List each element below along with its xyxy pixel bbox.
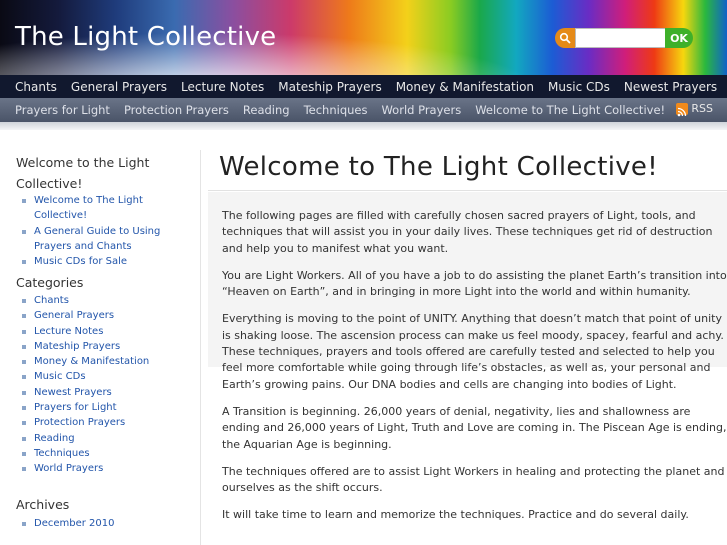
- search-input[interactable]: [575, 28, 673, 48]
- site-title[interactable]: The Light Collective: [15, 22, 276, 52]
- category-link[interactable]: Money & Manifestation: [22, 354, 192, 369]
- nav-shadow-bar: [0, 122, 727, 130]
- category-link[interactable]: World Prayers: [22, 461, 192, 476]
- sidebar-link-welcome[interactable]: Welcome to The Light Collective!: [22, 193, 192, 224]
- nav-item-reading[interactable]: Reading: [236, 103, 297, 117]
- nav-item-welcome[interactable]: Welcome to The Light Collective!: [468, 103, 672, 117]
- category-link[interactable]: Chants: [22, 293, 192, 308]
- category-link[interactable]: Lecture Notes: [22, 324, 192, 339]
- sidebar-categories-list: Chants General Prayers Lecture Notes Mat…: [22, 293, 192, 477]
- nav-item-music-cds[interactable]: Music CDs: [541, 80, 617, 94]
- secondary-nav: Prayers for Light Protection Prayers Rea…: [0, 98, 727, 122]
- paragraph: It will take time to learn and memorize …: [222, 508, 689, 522]
- sidebar-link-music-cds-sale[interactable]: Music CDs for Sale: [22, 254, 192, 269]
- nav-item-newest-prayers[interactable]: Newest Prayers: [617, 80, 724, 94]
- nav-item-chants[interactable]: Chants: [8, 80, 64, 94]
- sidebar-welcome-list: Welcome to The Light Collective! A Gener…: [22, 193, 192, 269]
- nav-item-prayers-for-light[interactable]: Prayers for Light: [8, 103, 117, 117]
- nav-item-world-prayers[interactable]: World Prayers: [374, 103, 468, 117]
- category-link[interactable]: General Prayers: [22, 308, 192, 323]
- category-link[interactable]: Prayers for Light: [22, 400, 192, 415]
- rss-label: RSS: [691, 102, 713, 115]
- category-link[interactable]: Techniques: [22, 446, 192, 461]
- search-icon: [555, 28, 575, 48]
- paragraph: A Transition is beginning. 26,000 years …: [222, 404, 727, 451]
- page-title: Welcome to The Light Collective!: [219, 152, 658, 182]
- main-content: Welcome to The Light Collective! The fol…: [208, 150, 727, 545]
- search-submit-button[interactable]: OK: [665, 28, 693, 48]
- search-form: OK: [555, 28, 693, 48]
- paragraph: You are Light Workers. All of you have a…: [222, 268, 727, 299]
- sidebar-archives-list: December 2010: [22, 516, 192, 531]
- nav-item-techniques[interactable]: Techniques: [297, 103, 375, 117]
- primary-nav: Chants General Prayers Lecture Notes Mat…: [0, 75, 727, 98]
- category-link[interactable]: Mateship Prayers: [22, 339, 192, 354]
- sidebar-heading-welcome: Welcome to the Light Collective!: [16, 155, 150, 191]
- title-divider: [208, 190, 727, 191]
- nav-item-money-manifestation[interactable]: Money & Manifestation: [389, 80, 541, 94]
- nav-item-general-prayers[interactable]: General Prayers: [64, 80, 174, 94]
- secondary-nav-list: Prayers for Light Protection Prayers Rea…: [8, 98, 672, 122]
- primary-nav-list: Chants General Prayers Lecture Notes Mat…: [8, 75, 724, 98]
- archive-link[interactable]: December 2010: [22, 516, 192, 531]
- article-body: The following pages are filled with care…: [222, 208, 727, 535]
- paragraph: Everything is moving to the point of UNI…: [222, 312, 724, 391]
- rss-link[interactable]: RSS: [676, 102, 713, 116]
- sidebar-link-general-guide[interactable]: A General Guide to Using Prayers and Cha…: [22, 224, 192, 255]
- nav-item-mateship-prayers[interactable]: Mateship Prayers: [271, 80, 388, 94]
- category-link[interactable]: Protection Prayers: [22, 415, 192, 430]
- category-link[interactable]: Music CDs: [22, 369, 192, 384]
- category-link[interactable]: Reading: [22, 431, 192, 446]
- category-link[interactable]: Newest Prayers: [22, 385, 192, 400]
- paragraph: The following pages are filled with care…: [222, 209, 713, 255]
- sidebar-heading-archives: Archives: [16, 497, 70, 512]
- nav-item-protection-prayers[interactable]: Protection Prayers: [117, 103, 236, 117]
- nav-item-lecture-notes[interactable]: Lecture Notes: [174, 80, 271, 94]
- header-banner: The Light Collective OK: [0, 0, 727, 75]
- paragraph: The techniques offered are to assist Lig…: [222, 464, 725, 495]
- rss-icon: [676, 102, 689, 116]
- sidebar-heading-categories: Categories: [16, 275, 84, 290]
- sidebar: Welcome to the Light Collective! Welcome…: [0, 150, 201, 545]
